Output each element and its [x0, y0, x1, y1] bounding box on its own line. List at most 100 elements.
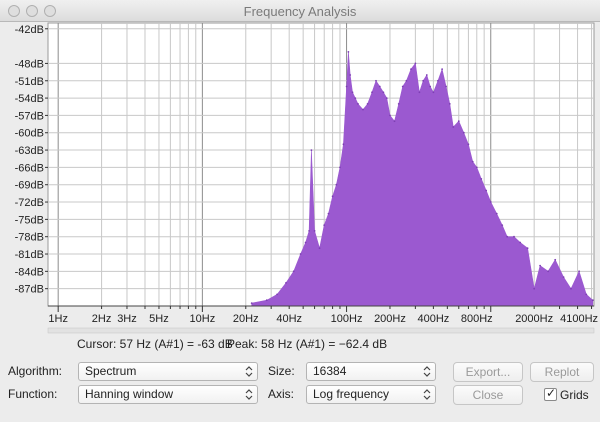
spectrum-point [471, 160, 474, 163]
function-label: Function: [8, 387, 58, 401]
spectrum-point [526, 247, 529, 250]
cursor-readout: Cursor: 57 Hz (A#1) = -63 dB [77, 337, 233, 351]
spectrum-plot[interactable]: -42dB -48dB -51dB -54dB -57dB -60dB -63dB -66dB… [0, 22, 600, 334]
spectrum-point [445, 85, 447, 88]
spectrum-point [389, 114, 391, 117]
spectrum-point [462, 131, 465, 134]
y-tick-label: -81dB [15, 249, 44, 261]
spectrum-point [327, 212, 330, 215]
spectrum-point [265, 299, 268, 302]
spectrum-point [351, 91, 354, 94]
size-value: 16384 [313, 364, 347, 378]
spectrum-point [285, 282, 287, 284]
spectrum-point [335, 183, 338, 186]
spectrum-point [366, 103, 369, 105]
select-arrows-icon [245, 389, 253, 400]
y-tick-label: -54dB [15, 93, 44, 105]
spectrum-point [485, 189, 488, 192]
y-tick-label: -42dB [15, 24, 44, 36]
x-tick-label: 800Hz [461, 313, 493, 325]
spectrum-point [578, 270, 580, 273]
algorithm-select[interactable]: Spectrum [78, 362, 258, 381]
spectrum-point [432, 91, 435, 94]
window-title: Frequency Analysis [243, 4, 357, 19]
x-tick-label: 100Hz [331, 313, 363, 325]
algorithm-value: Spectrum [85, 364, 137, 378]
spectrum-point [339, 166, 341, 169]
x-tick-label: 1Hz [48, 313, 68, 325]
spectrum-point [362, 108, 364, 111]
spectrum-point [547, 270, 549, 273]
spectrum-point [308, 230, 310, 232]
spectrum-point [405, 79, 408, 82]
y-tick-label: -69dB [15, 180, 44, 192]
peak-readout: Peak: 58 Hz (A#1) = −62.4 dB [227, 337, 388, 351]
spectrum-point [467, 143, 470, 146]
axis-value: Log frequency [313, 387, 390, 401]
checkmark-icon: ✓ [546, 386, 557, 400]
grids-checkbox[interactable]: ✓ [544, 386, 557, 401]
frequency-scroll-track [47, 327, 595, 334]
x-tick-label: 4100Hz [560, 313, 598, 325]
spectrum-point [570, 287, 572, 290]
y-tick-label: -57dB [15, 110, 44, 122]
spectrum-point [441, 68, 443, 71]
spectrum-point [304, 241, 307, 244]
x-tick-label: 3Hz [117, 313, 137, 325]
spectrum-point [313, 230, 316, 232]
algorithm-label: Algorithm: [8, 364, 63, 378]
spectrum-point [393, 120, 396, 123]
y-tick-label: -87dB [15, 284, 44, 296]
spectrum-point [533, 287, 536, 290]
spectrum-point [480, 178, 483, 180]
spectrum-point [331, 195, 334, 198]
spectrum-point [513, 235, 515, 238]
x-tick-label: 5Hz [149, 313, 169, 325]
spectrum-point [591, 299, 594, 302]
y-tick-label: -78dB [15, 232, 44, 244]
spectrum-point [357, 103, 359, 105]
spectrum-point [475, 166, 478, 169]
select-arrows-icon [245, 366, 253, 377]
spectrum-point [318, 247, 321, 250]
spectrum-point [452, 126, 455, 128]
spectrum-point [414, 62, 417, 65]
x-tick-label: 2Hz [92, 313, 112, 325]
close-button[interactable]: Close [453, 385, 523, 405]
title-bar: Frequency Analysis [0, 0, 600, 22]
spectrum-point [562, 276, 565, 278]
y-tick-label: -84dB [15, 266, 44, 278]
function-select[interactable]: Hanning window [78, 385, 258, 404]
spectrum-point [422, 79, 425, 82]
spectrum-point [554, 258, 557, 261]
spectrum-point [385, 97, 388, 99]
spectrum-point [501, 224, 504, 227]
spectrum-point [382, 91, 385, 94]
export-button[interactable]: Export... [453, 362, 523, 382]
spectrum-point [425, 74, 428, 76]
spectrum-point [437, 79, 439, 82]
x-tick-label: 2000Hz [515, 313, 553, 325]
y-tick-label: -63dB [15, 145, 44, 157]
spectrum-point [250, 302, 253, 304]
spectrum-point [585, 293, 588, 296]
spectrum-point [495, 212, 498, 215]
spectrum-point [354, 97, 357, 99]
size-select[interactable]: 16384 [306, 362, 436, 381]
x-tick-label: 200Hz [374, 313, 406, 325]
spectrum-point [401, 85, 404, 88]
function-value: Hanning window [85, 387, 174, 401]
spectrum-point [489, 201, 492, 203]
spectrum-point [276, 293, 278, 296]
replot-button[interactable]: Replot [530, 362, 594, 382]
spectrum-point [378, 85, 381, 88]
y-tick-label: -60dB [15, 128, 44, 140]
spectrum-point [299, 253, 302, 255]
x-tick-label: 20Hz [233, 313, 259, 325]
spectrum-point [292, 270, 295, 273]
axis-select[interactable]: Log frequency [306, 385, 436, 404]
spectrum-point [342, 143, 345, 146]
spectrum-point [323, 224, 326, 227]
spectrum-point [375, 79, 377, 82]
spectrum-point [345, 85, 348, 88]
